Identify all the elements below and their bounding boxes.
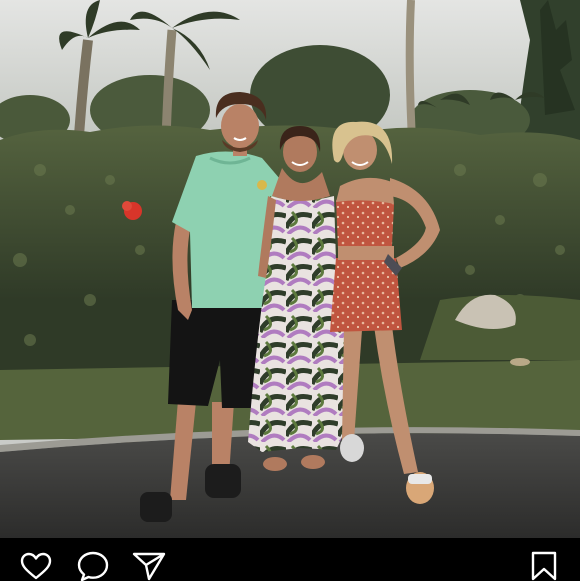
- comment-button[interactable]: [76, 551, 110, 581]
- post-action-bar: [0, 538, 580, 581]
- photo-illustration: [0, 0, 580, 538]
- post-photo[interactable]: [0, 0, 580, 538]
- comment-bubble-icon: [77, 551, 109, 581]
- instagram-post: [0, 0, 580, 581]
- heart-icon: [20, 552, 52, 580]
- paper-plane-icon: [132, 552, 166, 581]
- share-button[interactable]: [132, 551, 166, 581]
- bookmark-icon: [531, 551, 557, 581]
- save-button[interactable]: [527, 551, 561, 581]
- like-button[interactable]: [19, 551, 53, 581]
